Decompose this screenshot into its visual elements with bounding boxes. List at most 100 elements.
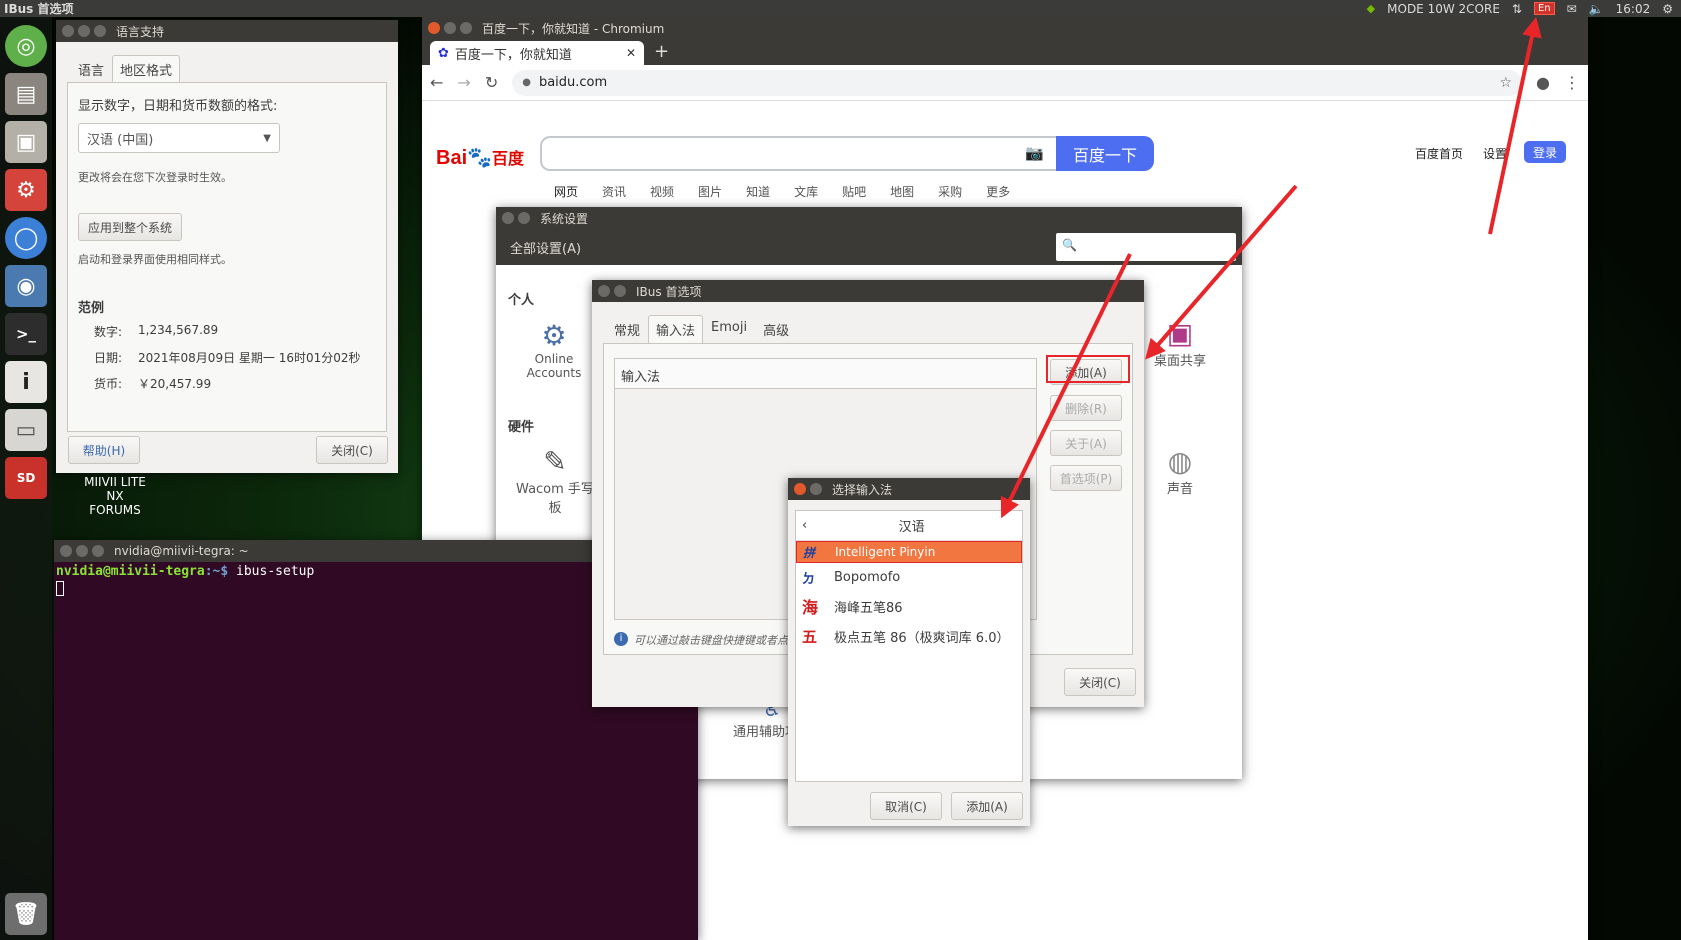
nvidia-icon[interactable]: ◆	[1367, 2, 1375, 15]
list-item-haifeng[interactable]: 海 海峰五笔86	[796, 591, 1022, 621]
help-button[interactable]: 帮助(H)	[68, 436, 140, 464]
cancel-button[interactable]: 取消(C)	[870, 792, 942, 820]
baidu-logo[interactable]: Bai🐾百度	[436, 145, 524, 170]
maximize-icon[interactable]	[460, 22, 472, 34]
nav-more[interactable]: 更多	[986, 183, 1010, 200]
nav-wenku[interactable]: 文库	[794, 183, 818, 200]
tab-advanced[interactable]: 高级	[755, 315, 797, 343]
tab-close-icon[interactable]: ✕	[626, 46, 636, 60]
reload-icon[interactable]: ↻	[485, 73, 498, 92]
sd-card-icon[interactable]: SD	[5, 457, 47, 499]
format-select[interactable]: 汉语 (中国) ▼	[78, 123, 280, 153]
close-icon[interactable]	[794, 483, 806, 495]
close-icon[interactable]	[60, 545, 72, 557]
desktop-forum-label[interactable]: MIIVII LITE NX FORUMS	[80, 475, 150, 517]
gear-icon[interactable]: ⚙	[1662, 2, 1673, 16]
clock[interactable]: 16:02	[1616, 2, 1651, 16]
online-accounts-icon: ⚙	[541, 319, 567, 352]
minimize-icon[interactable]	[76, 545, 88, 557]
close-icon[interactable]	[428, 22, 440, 34]
minimize-icon[interactable]	[444, 22, 456, 34]
ibus-titlebar[interactable]: IBus 首选项	[592, 280, 1144, 302]
dialog-titlebar[interactable]: 选择输入法	[788, 478, 1030, 500]
wacom-item[interactable]: ✎ Wacom 手写板	[516, 445, 594, 516]
tab-language[interactable]: 语言	[70, 55, 112, 83]
list-item-bopomofo[interactable]: ㄉ Bopomofo	[796, 563, 1022, 591]
power-mode[interactable]: MODE 10W 2CORE	[1387, 2, 1500, 16]
nav-news[interactable]: 资讯	[602, 183, 626, 200]
confirm-add-button[interactable]: 添加(A)	[951, 792, 1023, 820]
nav-images[interactable]: 图片	[698, 183, 722, 200]
maximize-icon[interactable]	[92, 545, 104, 557]
ibus-close-button[interactable]: 关闭(C)	[1064, 668, 1136, 696]
online-accounts-item[interactable]: ⚙ Online Accounts	[518, 319, 590, 380]
settings-icon[interactable]: ⚙	[5, 169, 47, 211]
address-bar[interactable]: ● baidu.com ☆	[512, 69, 1523, 96]
top-panel: IBus 首选项 ◆ MODE 10W 2CORE ⇅ En ✉ 🔈 16:02…	[0, 0, 1681, 17]
search-button[interactable]: 百度一下	[1056, 136, 1154, 171]
baidu-home-link[interactable]: 百度首页	[1415, 145, 1463, 162]
chevron-left-icon[interactable]: ‹	[802, 518, 807, 533]
nav-purchase[interactable]: 采购	[938, 183, 962, 200]
close-icon[interactable]	[502, 212, 514, 224]
login-button[interactable]: 登录	[1524, 141, 1566, 163]
trash-icon[interactable]: 🗑	[5, 893, 47, 935]
nav-video[interactable]: 视频	[650, 183, 674, 200]
nav-zhidao[interactable]: 知道	[746, 183, 770, 200]
minimize-icon[interactable]	[614, 285, 626, 297]
chevron-down-icon: ▼	[263, 132, 271, 144]
mail-icon[interactable]: ✉	[1567, 2, 1577, 16]
add-button-highlight	[1046, 355, 1130, 383]
minimize-icon[interactable]	[518, 212, 530, 224]
files-icon[interactable]: ▤	[5, 73, 47, 115]
tab-region-format[interactable]: 地区格式	[112, 55, 181, 83]
ubuntu-icon[interactable]: ◎	[5, 25, 47, 67]
tab-input-method[interactable]: 输入法	[648, 315, 704, 343]
camera-icon[interactable]: ◉	[5, 265, 47, 307]
bookmark-star-icon[interactable]: ☆	[1499, 75, 1512, 91]
online-accounts-label: Online Accounts	[526, 352, 582, 380]
camera-search-icon[interactable]: 📷	[1025, 144, 1044, 162]
list-item-pinyin[interactable]: 拼 Intelligent Pinyin	[796, 541, 1022, 563]
menu-icon[interactable]: ⋮	[1564, 73, 1580, 92]
settings-search-input[interactable]: 🔍	[1056, 233, 1236, 261]
search-input[interactable]: 📷	[540, 136, 1056, 171]
nav-web[interactable]: 网页	[554, 183, 578, 200]
list-item-jidian[interactable]: 五 极点五笔 86（极爽词库 6.0）	[796, 621, 1022, 651]
preferences-button[interactable]: 首选项(P)	[1050, 465, 1122, 491]
minimize-icon[interactable]	[78, 25, 90, 37]
settings-titlebar[interactable]: 系统设置	[496, 207, 1242, 229]
tab-general[interactable]: 常规	[606, 315, 648, 343]
input-method-indicator[interactable]: En	[1533, 2, 1555, 15]
tab-emoji[interactable]: Emoji	[703, 315, 755, 343]
new-tab-icon[interactable]: +	[654, 41, 669, 62]
forward-icon[interactable]: →	[457, 73, 470, 92]
profile-icon[interactable]: ●	[1536, 73, 1550, 92]
language-support-window: 语言支持 语言 地区格式 显示数字，日期和货币数额的格式: 汉语 (中国) ▼ …	[56, 20, 398, 473]
software-icon[interactable]: ▣	[5, 121, 47, 163]
minimize-icon[interactable]	[810, 483, 822, 495]
language-titlebar[interactable]: 语言支持	[56, 20, 398, 42]
close-button[interactable]: 关闭(C)	[316, 436, 388, 464]
info-icon[interactable]: i	[5, 361, 47, 403]
chromium-icon[interactable]: ◯	[5, 217, 47, 259]
volume-icon[interactable]: 🔈	[1589, 2, 1604, 16]
terminal-icon[interactable]: >_	[5, 313, 47, 355]
nav-map[interactable]: 地图	[890, 183, 914, 200]
all-settings-button[interactable]: 全部设置(A)	[510, 238, 581, 257]
maximize-icon[interactable]	[94, 25, 106, 37]
apply-system-wide-button[interactable]: 应用到整个系统	[78, 213, 182, 241]
about-button[interactable]: 关于(A)	[1050, 430, 1122, 456]
sound-item[interactable]: ◍ 声音	[1142, 445, 1218, 497]
back-icon[interactable]: ←	[430, 73, 443, 92]
nav-tieba[interactable]: 贴吧	[842, 183, 866, 200]
section-personal: 个人	[508, 293, 535, 308]
close-icon[interactable]	[62, 25, 74, 37]
chromium-titlebar[interactable]: 百度一下，你就知道 - Chromium	[422, 17, 1588, 39]
drive-icon[interactable]: ▭	[5, 409, 47, 451]
list-back-row[interactable]: ‹ 汉语	[796, 511, 1022, 541]
browser-tab[interactable]: ✿ 百度一下，你就知道 ✕	[430, 41, 644, 65]
cursor	[56, 581, 64, 596]
network-icon[interactable]: ⇅	[1512, 2, 1522, 16]
close-icon[interactable]	[598, 285, 610, 297]
